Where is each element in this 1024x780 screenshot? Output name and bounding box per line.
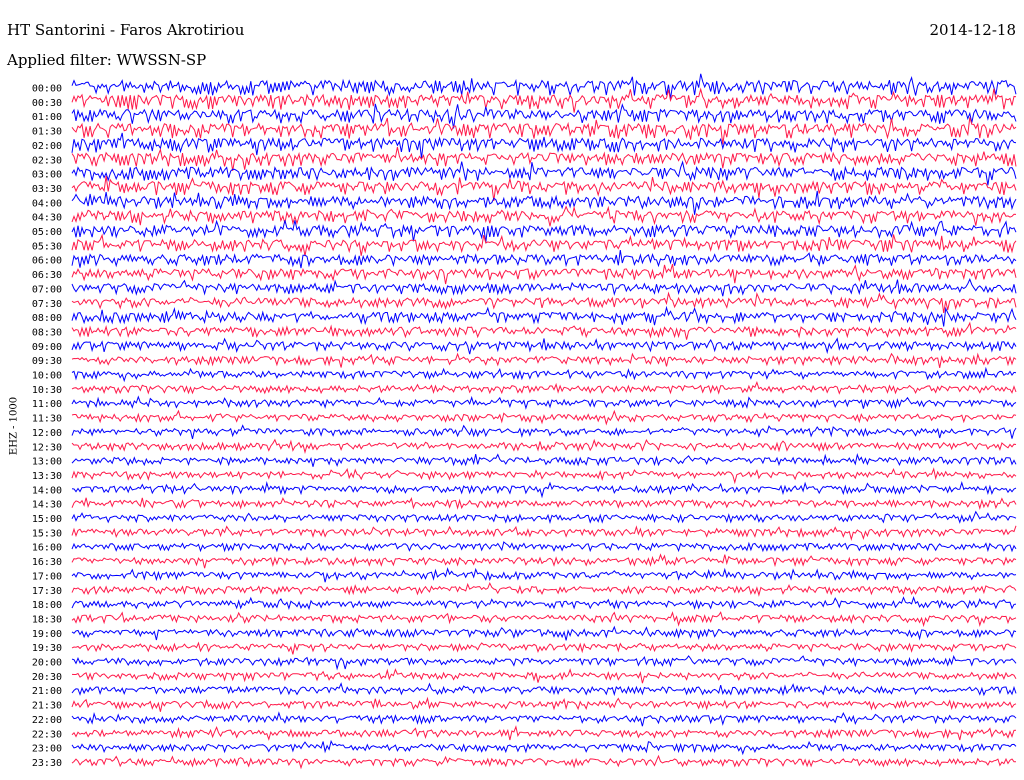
trace-row-1200 — [71, 424, 1017, 440]
trace-row-0230 — [71, 146, 1017, 171]
row-label-2000: 20:00 — [32, 658, 62, 669]
row-label-0930: 09:30 — [32, 356, 62, 367]
trace-row-1330 — [71, 467, 1017, 485]
row-label-0330: 03:30 — [32, 184, 62, 195]
row-label-1930: 19:30 — [32, 643, 62, 654]
trace-row-1900 — [71, 625, 1017, 641]
row-label-1330: 13:30 — [32, 471, 62, 482]
trace-row-0630 — [71, 263, 1017, 285]
row-label-2130: 21:30 — [32, 701, 62, 712]
row-label-0130: 01:30 — [32, 127, 62, 138]
trace-row-0930 — [71, 352, 1017, 368]
row-label-2230: 22:30 — [32, 729, 62, 740]
trace-row-0830 — [71, 321, 1017, 340]
row-label-0630: 06:30 — [32, 270, 62, 281]
row-label-1100: 11:00 — [32, 399, 62, 410]
trace-row-0900 — [71, 337, 1017, 355]
row-label-0230: 02:30 — [32, 155, 62, 166]
row-label-1600: 16:00 — [32, 543, 62, 554]
trace-row-2230 — [71, 725, 1017, 741]
row-label-0500: 05:00 — [32, 227, 62, 238]
row-label-2030: 20:30 — [32, 672, 62, 683]
trace-row-0400 — [71, 190, 1017, 215]
trace-row-1630 — [71, 553, 1017, 569]
trace-row-1800 — [71, 596, 1017, 611]
trace-row-1930 — [71, 641, 1017, 655]
row-label-1700: 17:00 — [32, 571, 62, 582]
row-label-1730: 17:30 — [32, 586, 62, 597]
row-label-1830: 18:30 — [32, 614, 62, 625]
row-label-1200: 12:00 — [32, 428, 62, 439]
trace-row-0800 — [71, 305, 1017, 327]
row-label-1400: 14:00 — [32, 485, 62, 496]
row-label-1630: 16:30 — [32, 557, 62, 568]
trace-row-1530 — [71, 525, 1017, 541]
row-label-0700: 07:00 — [32, 284, 62, 295]
trace-row-1500 — [71, 510, 1017, 524]
row-label-0800: 08:00 — [32, 313, 62, 324]
trace-row-0000 — [71, 73, 1017, 99]
row-label-0830: 08:30 — [32, 327, 62, 338]
trace-row-2330 — [71, 754, 1017, 770]
trace-row-0500 — [71, 219, 1017, 243]
trace-row-1830 — [71, 611, 1017, 628]
row-label-0030: 00:30 — [32, 98, 62, 109]
trace-row-1430 — [71, 497, 1017, 511]
row-label-0200: 02:00 — [32, 141, 62, 152]
trace-row-2000 — [71, 654, 1017, 671]
row-label-0000: 00:00 — [32, 84, 62, 95]
trace-row-0530 — [71, 233, 1017, 257]
row-label-0730: 07:30 — [32, 299, 62, 310]
trace-row-0700 — [71, 277, 1017, 297]
row-label-1800: 18:00 — [32, 600, 62, 611]
trace-row-2300 — [71, 739, 1017, 756]
row-label-0300: 03:00 — [32, 170, 62, 181]
trace-row-0730 — [71, 291, 1017, 313]
row-label-1300: 13:00 — [32, 457, 62, 468]
trace-row-2130 — [71, 696, 1017, 712]
row-label-1500: 15:00 — [32, 514, 62, 525]
row-label-1130: 11:30 — [32, 414, 62, 425]
row-label-0530: 05:30 — [32, 241, 62, 252]
row-label-0400: 04:00 — [32, 198, 62, 209]
row-label-1900: 19:00 — [32, 629, 62, 640]
row-label-1030: 10:30 — [32, 385, 62, 396]
trace-row-0430 — [71, 205, 1017, 227]
trace-row-0300 — [71, 160, 1017, 186]
helicorder-plot: 00:00 00:30 01:00 01:30 02:00 02:30 03:00 03:30… — [32, 73, 1017, 770]
row-label-0100: 01:00 — [32, 112, 62, 123]
trace-row-0600 — [71, 250, 1017, 269]
trace-row-0330 — [71, 175, 1017, 202]
trace-row-2100 — [71, 682, 1017, 697]
row-label-1430: 14:30 — [32, 500, 62, 511]
trace-row-1100 — [71, 395, 1017, 410]
trace-row-1230 — [71, 438, 1017, 454]
trace-row-1030 — [71, 380, 1017, 395]
row-label-1530: 15:30 — [32, 528, 62, 539]
trace-row-1300 — [71, 453, 1017, 468]
row-label-2200: 22:00 — [32, 715, 62, 726]
row-label-2100: 21:00 — [32, 686, 62, 697]
trace-row-0100 — [71, 103, 1017, 129]
trace-row-0130 — [71, 117, 1017, 145]
row-label-1000: 10:00 — [32, 371, 62, 382]
row-label-1230: 12:30 — [32, 442, 62, 453]
trace-row-1600 — [71, 541, 1017, 553]
trace-row-2030 — [71, 668, 1017, 684]
trace-row-1130 — [71, 409, 1017, 426]
row-label-0600: 06:00 — [32, 256, 62, 267]
trace-row-1700 — [71, 567, 1017, 583]
trace-row-1400 — [71, 480, 1017, 499]
row-label-0430: 04:30 — [32, 213, 62, 224]
trace-row-2200 — [71, 711, 1017, 727]
trace-row-1730 — [71, 581, 1017, 597]
row-label-2300: 23:00 — [32, 744, 62, 755]
row-label-2330: 23:30 — [32, 758, 62, 769]
trace-row-1000 — [71, 366, 1017, 383]
helicorder-page: HT Santorini - Faros Akrotiriou 2014-12-… — [0, 0, 1024, 780]
row-label-0900: 09:00 — [32, 342, 62, 353]
